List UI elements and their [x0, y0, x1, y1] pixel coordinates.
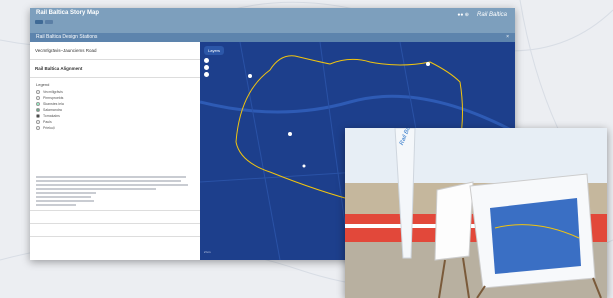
- legend-label: Vecmīlgrāvis: [43, 90, 63, 94]
- site-photo: Rail Baltica: [345, 128, 607, 298]
- legend-label: Pauls: [43, 120, 52, 124]
- header-tabs: [35, 20, 53, 24]
- home-button[interactable]: [204, 72, 209, 77]
- legend-label: Priekuļi: [43, 126, 55, 130]
- legend-dot-icon: [36, 114, 40, 118]
- link-item[interactable]: [36, 165, 194, 170]
- accordion-section-4[interactable]: [30, 224, 200, 237]
- station-marker: [248, 74, 252, 78]
- text-line: [36, 204, 76, 206]
- text-line: [36, 192, 96, 194]
- accordion-section-2[interactable]: Rail Baltica Alignment: [30, 60, 200, 78]
- accordion-section-1[interactable]: Vecmīlgrāvis–Jaunciems Road: [30, 42, 200, 60]
- text-line: [36, 184, 188, 186]
- photo-scene: [345, 128, 607, 298]
- section-2-title: Rail Baltica Alignment: [35, 66, 83, 71]
- close-icon[interactable]: ×: [506, 33, 509, 42]
- header-icons[interactable]: ●● ⊕: [457, 12, 469, 18]
- legend-label: Pirmsproekts: [43, 96, 64, 100]
- sub-header: Rail Baltica Design Stations ×: [30, 33, 515, 42]
- legend-label: Salamandra: [43, 108, 62, 112]
- legend-item: Priekuļi: [36, 125, 194, 131]
- station-marker: [302, 164, 306, 168]
- zoom-out-button[interactable]: [204, 65, 209, 70]
- text-line: [36, 176, 186, 178]
- tab-1[interactable]: [35, 20, 43, 24]
- rail-baltica-logo: Rail Baltica: [476, 12, 507, 18]
- legend-title: Legend: [36, 82, 50, 87]
- legend-dot-icon: [36, 96, 40, 100]
- legend-dot-icon: [36, 108, 40, 112]
- legend-label: Tornakalns: [43, 114, 60, 118]
- station-marker: [288, 132, 292, 136]
- link-list: [30, 133, 200, 172]
- map-scale: 2 km: [204, 250, 211, 254]
- legend-dot-icon: [36, 120, 40, 124]
- station-marker: [426, 62, 430, 66]
- app-title: Rail Baltica Story Map: [36, 10, 100, 16]
- legend-dot-icon: [36, 126, 40, 130]
- layers-button[interactable]: Layers: [204, 46, 225, 55]
- zoom-controls: [204, 58, 209, 77]
- legend-dot-icon: [36, 90, 40, 94]
- legend-dot-icon: [36, 102, 40, 106]
- story-panel: Vecmīlgrāvis–Jaunciems Road Rail Baltica…: [30, 42, 200, 260]
- accordion-section-3[interactable]: [30, 210, 200, 224]
- subheader-title: Rail Baltica Design Stations: [36, 34, 98, 40]
- text-line: [36, 200, 94, 202]
- tab-2[interactable]: [45, 20, 53, 24]
- faq-block: [30, 172, 200, 210]
- text-line: [36, 188, 156, 190]
- section-1-title: Vecmīlgrāvis–Jaunciems Road: [35, 48, 97, 53]
- text-line: [36, 180, 181, 182]
- zoom-in-button[interactable]: [204, 58, 209, 63]
- legend-label: Skanstes iela: [43, 102, 64, 106]
- text-line: [36, 196, 91, 198]
- legend: Legend Vecmīlgrāvis Pirmsproekts Skanste…: [30, 78, 200, 133]
- app-header: Rail Baltica Story Map ●● ⊕ Rail Baltica: [30, 8, 515, 33]
